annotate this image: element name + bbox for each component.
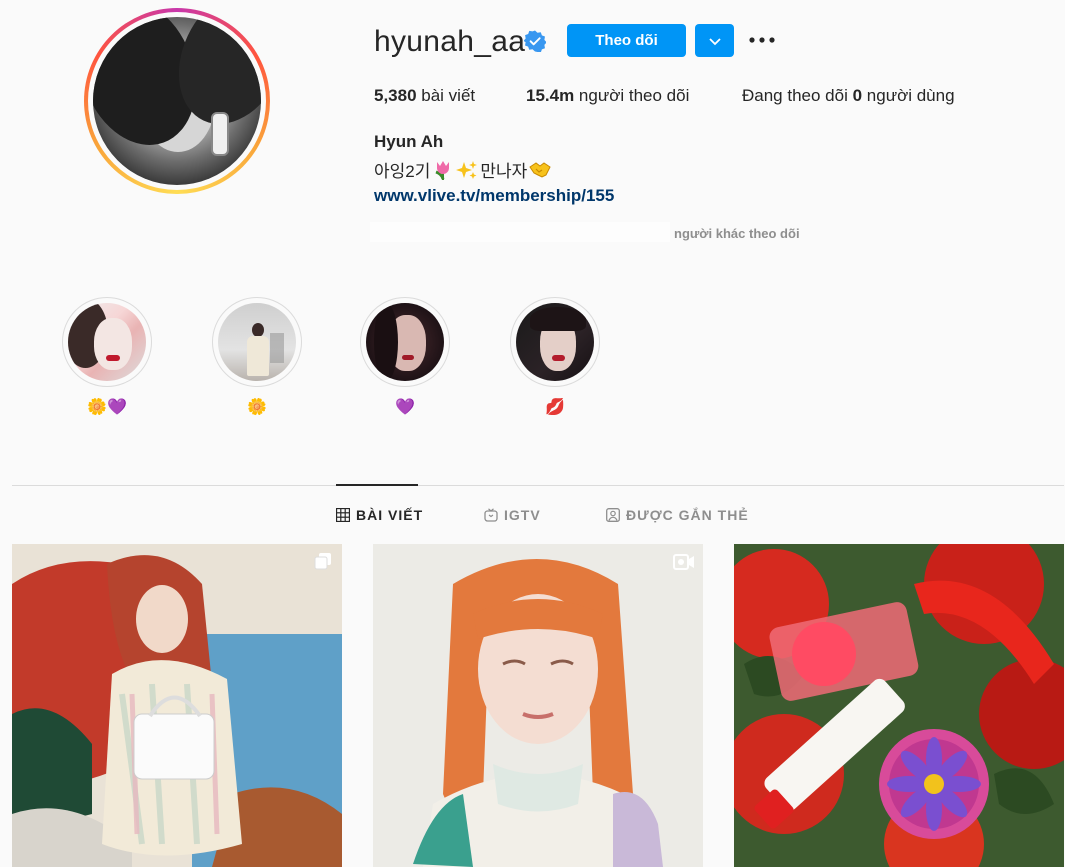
tulip-icon (435, 160, 450, 180)
post-thumbnail-3[interactable] (734, 544, 1064, 867)
profile-username: hyunah_aa (374, 25, 526, 58)
more-options-button[interactable] (748, 28, 776, 52)
following-count[interactable]: Đang theo dõi 0 người dùng (742, 86, 955, 106)
suggested-dropdown-button[interactable] (695, 24, 734, 57)
active-tab-indicator (336, 484, 418, 486)
highlight-label: 💜 (395, 399, 415, 416)
ellipsis-icon (749, 37, 775, 43)
highlight-item-2[interactable]: 🌼 (212, 297, 302, 419)
highlight-label: 🌼💜 (87, 399, 127, 416)
highlight-cover (218, 303, 296, 381)
highlight-item-4[interactable]: 💋 (510, 297, 600, 419)
post-image (373, 544, 703, 867)
verified-badge-icon (524, 30, 546, 52)
followed-by-avatars-redacted (370, 222, 670, 242)
post-thumbnail-2[interactable] (373, 544, 703, 867)
tab-tagged-label: ĐƯỢC GẮN THẺ (626, 507, 749, 523)
profile-full-name: Hyun Ah (374, 132, 444, 151)
follow-button[interactable]: Theo dõi (567, 24, 686, 57)
grid-icon (336, 508, 350, 522)
post-image (734, 544, 1064, 867)
sparkles-icon (456, 160, 478, 179)
tab-posts-label: BÀI VIẾT (356, 507, 424, 523)
video-icon (673, 554, 694, 570)
highlight-cover (366, 303, 444, 381)
highlight-label: 🌼 (247, 399, 267, 416)
followed-by-text[interactable]: người khác theo dõi (674, 226, 800, 241)
tab-igtv-label: IGTV (504, 507, 541, 523)
highlight-label: 💋 (545, 399, 565, 416)
highlight-cover (516, 303, 594, 381)
highlight-item-3[interactable]: 💜 (360, 297, 450, 419)
profile-bio: 아잉2기 만나자 (374, 157, 551, 182)
post-thumbnail-1[interactable] (12, 544, 342, 867)
chevron-down-icon (708, 37, 721, 45)
tab-posts[interactable]: BÀI VIẾT (336, 507, 423, 523)
handshake-icon (529, 161, 551, 178)
profile-photo (93, 17, 261, 185)
igtv-icon (484, 508, 498, 522)
profile-avatar[interactable] (84, 8, 270, 194)
tab-tagged[interactable]: ĐƯỢC GẮN THẺ (606, 507, 749, 523)
profile-link[interactable]: www.vlive.tv/membership/155 (374, 186, 614, 206)
post-image (12, 544, 342, 867)
highlight-item-1[interactable]: 🌼💜 (62, 297, 152, 419)
followers-count[interactable]: 15.4m người theo dõi (526, 86, 689, 106)
posts-count: 5,380 bài viết (374, 86, 476, 105)
carousel-icon (314, 553, 331, 570)
highlight-cover (68, 303, 146, 381)
bio-text-2: 만나자 (480, 162, 528, 181)
tab-igtv[interactable]: IGTV (484, 507, 541, 523)
tagged-person-icon (606, 508, 620, 522)
tabs-divider (12, 485, 1064, 486)
bio-text-1: 아잉2기 (374, 162, 431, 181)
